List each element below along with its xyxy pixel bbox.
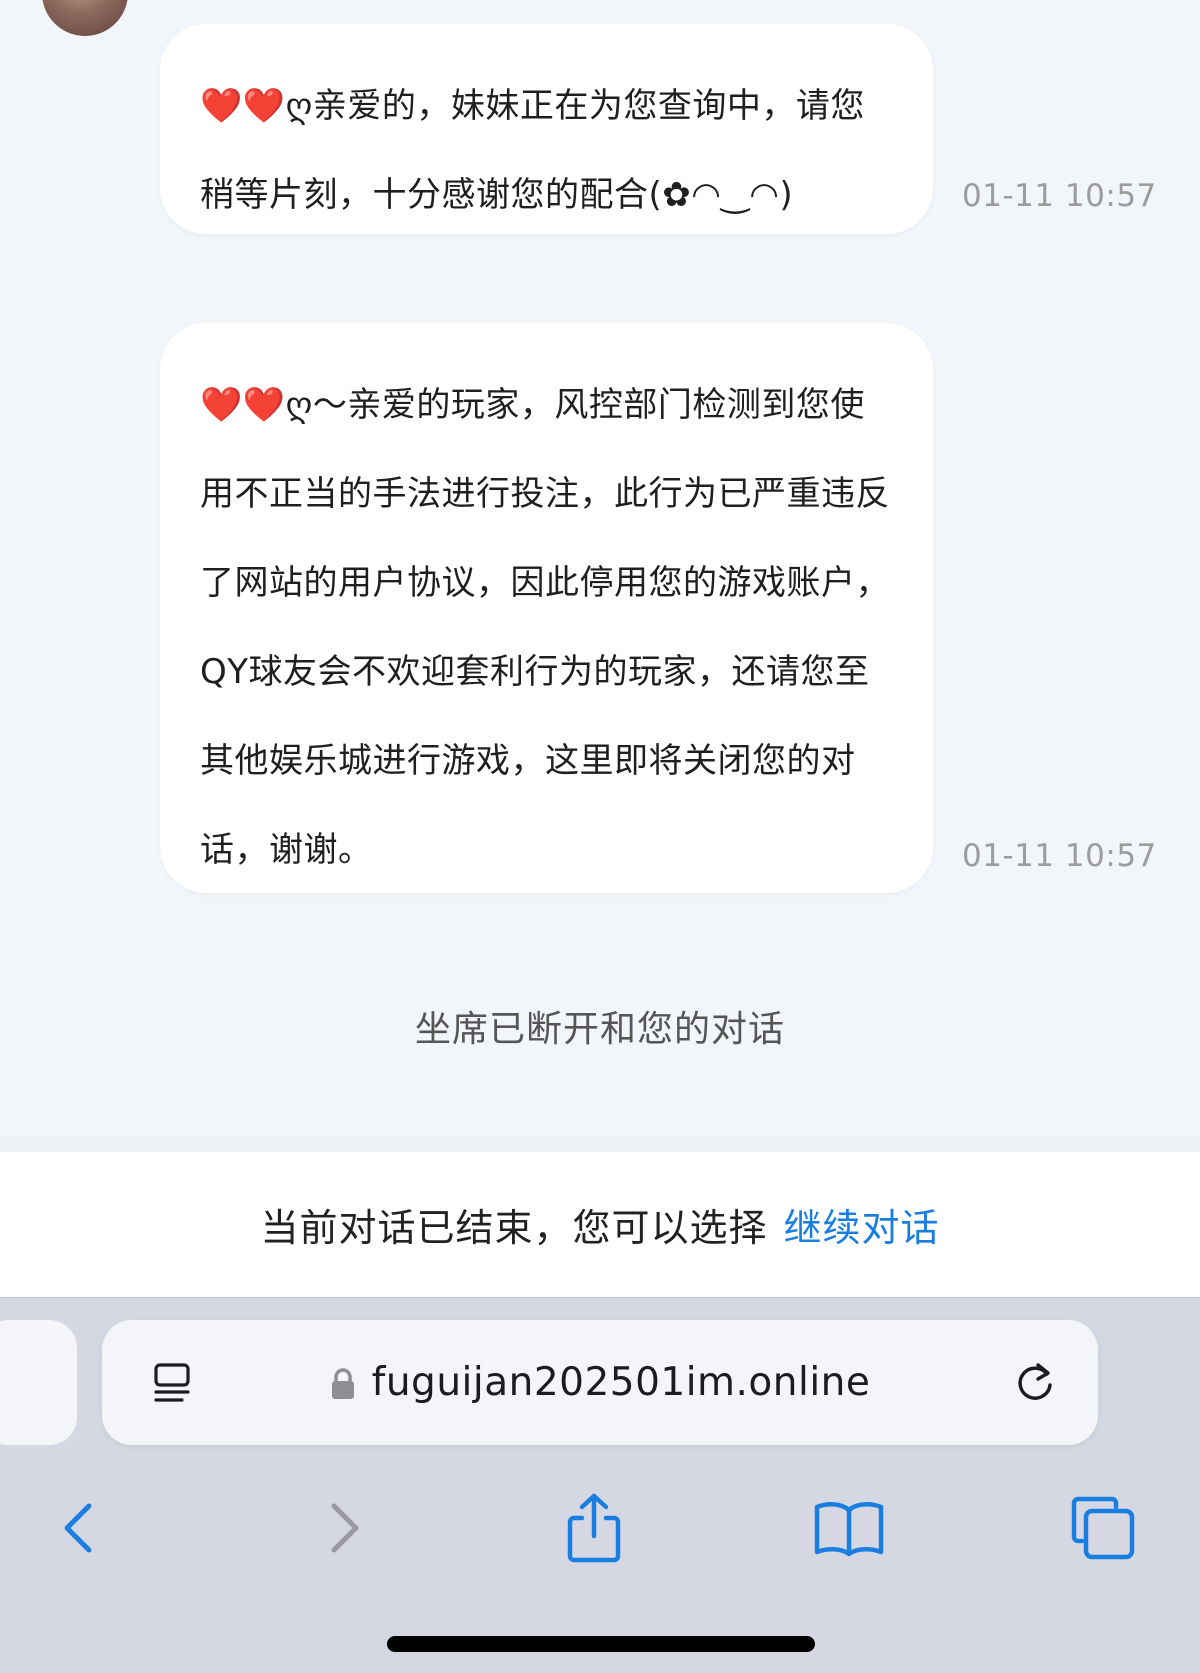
conversation-ended-bar: 当前对话已结束，您可以选择 继续对话 [0, 1152, 1200, 1297]
share-icon [567, 1493, 621, 1563]
message-timestamp-2: 01-11 10:57 [962, 838, 1157, 874]
continue-conversation-link[interactable]: 继续对话 [784, 1197, 940, 1252]
bookmarks-icon [814, 1502, 884, 1557]
tabs-button[interactable] [1053, 1478, 1153, 1578]
chat-area: ❤️❤️ღ亲爱的，妹妹正在为您查询中，请您稍等片刻，十分感谢您的配合(✿◠‿◠)… [0, 0, 1200, 1136]
message-timestamp-1: 01-11 10:57 [962, 178, 1157, 214]
forward-button[interactable] [292, 1478, 392, 1578]
bookmarks-button[interactable] [799, 1478, 899, 1578]
share-button[interactable] [544, 1478, 644, 1578]
message-bubble-2: ❤️❤️ღ～亲爱的玩家，风控部门检测到您使用不正当的手法进行投注，此行为已严重违… [160, 323, 933, 893]
url-display[interactable]: fuguijan202501im.online [102, 1320, 1098, 1445]
back-button[interactable] [31, 1478, 131, 1578]
message-text-2: ❤️❤️ღ～亲爱的玩家，风控部门检测到您使用不正当的手法进行投注，此行为已严重违… [200, 385, 890, 870]
url-text: fuguijan202501im.online [371, 1360, 871, 1405]
forward-icon [331, 1503, 359, 1553]
agent-avatar [42, 0, 128, 36]
browser-chrome: fuguijan202501im.online [0, 1297, 1200, 1673]
browser-toolbar [0, 1478, 1200, 1578]
lock-icon [331, 1367, 354, 1399]
message-text-1: ❤️❤️ღ亲爱的，妹妹正在为您查询中，请您稍等片刻，十分感谢您的配合(✿◠‿◠) [200, 86, 865, 215]
reload-icon[interactable] [1010, 1358, 1060, 1408]
back-icon [64, 1503, 92, 1553]
conversation-ended-text: 当前对话已结束，您可以选择 [260, 1206, 768, 1250]
agent-disconnected-notice: 坐席已断开和您的对话 [414, 1009, 785, 1050]
home-indicator [387, 1636, 815, 1652]
message-bubble-1: ❤️❤️ღ亲爱的，妹妹正在为您查询中，请您稍等片刻，十分感谢您的配合(✿◠‿◠) [160, 24, 933, 234]
tabs-icon [1071, 1496, 1135, 1560]
address-bar[interactable]: fuguijan202501im.online [102, 1320, 1098, 1445]
previous-tab-peek[interactable] [0, 1320, 77, 1445]
